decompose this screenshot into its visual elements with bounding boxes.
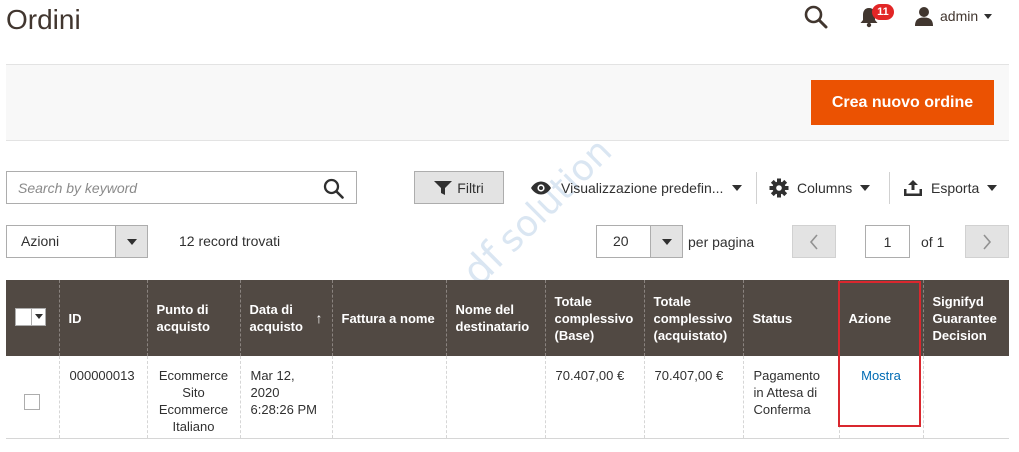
chevron-down-icon (115, 226, 147, 257)
orders-grid: ID Punto di acquisto Data di acquisto ↑ … (6, 280, 1009, 439)
eye-icon (531, 181, 551, 195)
column-header-signifyd[interactable]: Signifyd Guarantee Decision (922, 280, 1009, 356)
filters-button[interactable]: Filtri (414, 171, 504, 204)
cell-total-purchased: 70.407,00 € (643, 356, 743, 439)
toolbar-divider (756, 172, 757, 204)
user-icon (915, 7, 933, 26)
previous-page-button[interactable] (792, 225, 836, 258)
cell-status: Pagamento in Attesa di Conferma (742, 356, 839, 439)
cell-ship-to (445, 356, 545, 439)
mass-actions-select[interactable]: Azioni (6, 225, 148, 258)
chevron-right-icon (983, 233, 992, 250)
per-page-select[interactable]: 20 (596, 225, 683, 258)
chevron-down-icon (860, 185, 871, 191)
keyword-search (6, 171, 357, 204)
user-name: admin (940, 8, 979, 24)
view-selector[interactable]: Visualizzazione predefin... (530, 176, 743, 200)
column-header-status[interactable]: Status (742, 280, 839, 356)
search-icon (804, 5, 828, 29)
mass-select-checkbox[interactable] (15, 307, 46, 326)
page-title: Ordini (6, 4, 81, 35)
per-page-value: 20 (613, 233, 629, 249)
table-row[interactable]: 000000013 Ecommerce Sito Ecommerce Itali… (6, 356, 1009, 439)
chevron-down-icon (984, 13, 993, 19)
cell-action: Mostra (838, 356, 923, 439)
export-label: Esporta (931, 180, 980, 196)
per-page-label: per pagina (688, 234, 755, 250)
page-number-input[interactable] (865, 225, 910, 258)
column-header-total-purchased[interactable]: Totale complessivo (acquistato) (643, 280, 743, 356)
search-submit-icon[interactable] (323, 178, 344, 199)
column-header-total-base[interactable]: Totale complessivo (Base) (544, 280, 644, 356)
column-header-purchase-point[interactable]: Punto di acquisto (146, 280, 240, 356)
user-menu[interactable]: admin (914, 5, 993, 27)
export-icon (904, 180, 922, 196)
cell-purchase-point: Ecommerce Sito Ecommerce Italiano (146, 356, 240, 439)
export-dropdown[interactable]: Esporta (903, 176, 998, 200)
column-header-bill-to[interactable]: Fattura a nome (331, 280, 446, 356)
mass-actions-label: Azioni (21, 233, 60, 249)
column-header-id[interactable]: ID (58, 280, 147, 356)
global-search-button[interactable] (803, 4, 829, 30)
toolbar-divider (889, 172, 890, 204)
cell-id: 000000013 (58, 356, 147, 439)
mass-select-header (6, 280, 59, 356)
columns-dropdown[interactable]: Columns (769, 176, 871, 200)
columns-label: Columns (797, 180, 853, 196)
chevron-down-icon (650, 226, 682, 257)
grid-header-row: ID Punto di acquisto Data di acquisto ↑ … (6, 280, 1009, 356)
sort-ascending-icon: ↑ (315, 309, 323, 326)
total-pages-label: of 1 (921, 234, 945, 250)
cell-purchase-date: Mar 12, 2020 6:28:26 PM (239, 356, 332, 439)
cell-signifyd (922, 356, 1009, 439)
filters-label: Filtri (457, 179, 484, 196)
next-page-button[interactable] (965, 225, 1009, 258)
create-order-button[interactable]: Crea nuovo ordine (811, 80, 994, 125)
cell-total-base: 70.407,00 € (544, 356, 644, 439)
column-header-ship-to[interactable]: Nome del destinatario (445, 280, 545, 356)
notifications-badge[interactable]: 11 (872, 4, 894, 20)
cell-bill-to (331, 356, 446, 439)
chevron-down-icon (732, 185, 743, 191)
gear-icon (769, 178, 789, 198)
chevron-left-icon (809, 233, 818, 250)
row-checkbox[interactable] (24, 394, 40, 410)
view-order-link[interactable]: Mostra (861, 368, 901, 383)
filter-icon (434, 180, 453, 195)
search-input[interactable] (7, 172, 356, 203)
row-select-cell (6, 356, 59, 439)
chevron-down-icon (987, 185, 998, 191)
column-header-purchase-date[interactable]: Data di acquisto ↑ (239, 280, 332, 356)
records-count: 12 record trovati (179, 233, 281, 249)
column-header-action: Azione (838, 280, 923, 356)
view-label: Visualizzazione predefin... (561, 180, 724, 196)
